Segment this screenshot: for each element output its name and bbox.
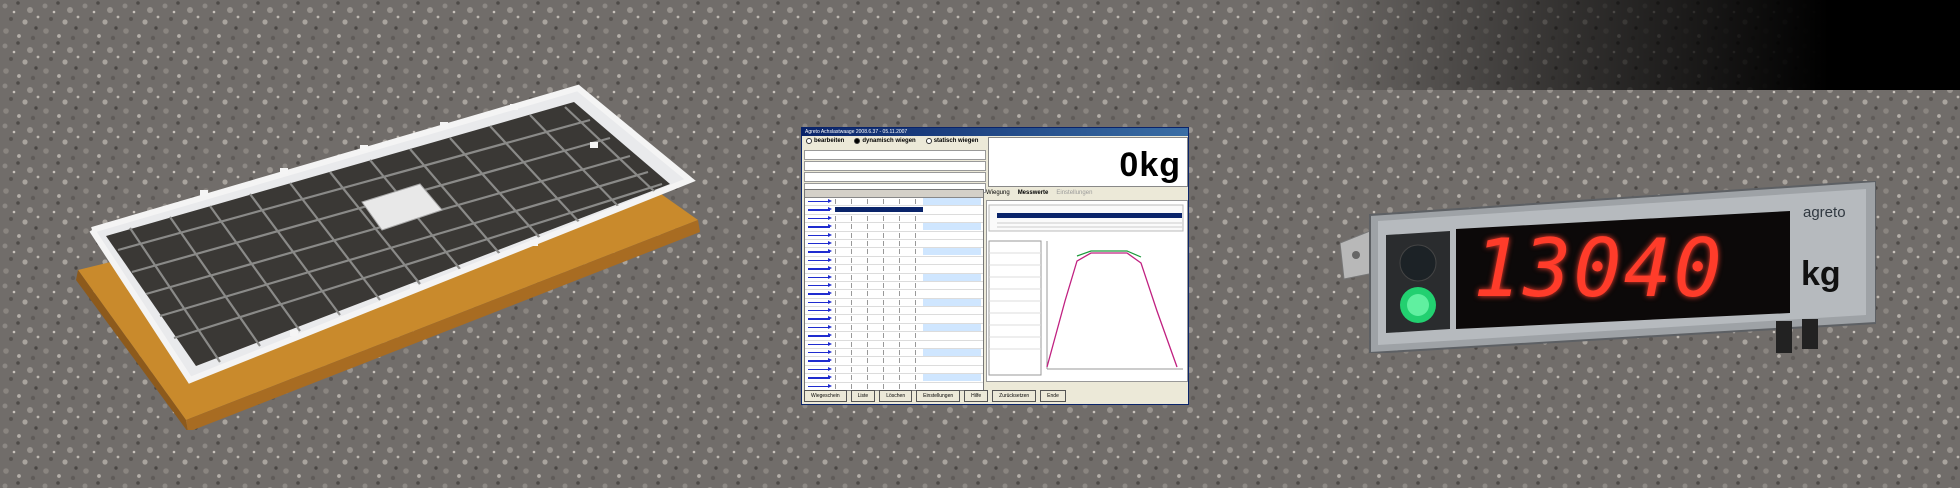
- tab-measurements[interactable]: Messwerte: [1018, 190, 1049, 196]
- software-window: Agreto Achslastwaage 2008.6.37 - 05.11.2…: [801, 127, 1189, 405]
- table-row[interactable]: [805, 290, 983, 299]
- table-row[interactable]: [805, 298, 983, 308]
- table-row[interactable]: [805, 265, 983, 274]
- display-unit-label: kg: [1801, 255, 1841, 293]
- table-header: [805, 190, 983, 198]
- table-row[interactable]: [805, 340, 983, 350]
- window-title: Agreto Achslastwaage 2008.6.37 - 05.11.2…: [802, 128, 1188, 136]
- settings-button[interactable]: Einstellungen: [916, 390, 961, 402]
- table-row[interactable]: [805, 315, 983, 324]
- ticket-button[interactable]: Wiegeschein: [804, 390, 847, 402]
- table-row[interactable]: [805, 323, 983, 333]
- filter-field-3[interactable]: [804, 172, 986, 182]
- table-row[interactable]: [805, 239, 983, 249]
- mode-edit[interactable]: bearbeiten: [806, 138, 844, 144]
- table-row[interactable]: [805, 281, 983, 291]
- filter-fields: [804, 150, 986, 193]
- weight-unit: kg: [1139, 146, 1181, 184]
- filter-field-1[interactable]: [804, 150, 986, 160]
- table-row[interactable]: [805, 198, 983, 207]
- measurement-graph: [988, 204, 1184, 376]
- mode-dynamic[interactable]: dynamisch wiegen: [854, 138, 916, 144]
- list-button[interactable]: Liste: [850, 390, 876, 402]
- filter-field-2[interactable]: [804, 161, 986, 171]
- shadow-area: [1300, 0, 1960, 90]
- table-row[interactable]: [805, 214, 983, 224]
- weighing-records-table: [804, 189, 984, 391]
- mode-static[interactable]: statisch wiegen: [925, 138, 978, 144]
- reset-button[interactable]: Zurücksetzen: [992, 390, 1037, 402]
- tab-settings[interactable]: Einstellungen: [1056, 190, 1092, 196]
- table-row[interactable]: [805, 223, 983, 232]
- table-row[interactable]: [805, 349, 983, 358]
- table-row[interactable]: [805, 248, 983, 257]
- table-row[interactable]: [805, 206, 983, 215]
- mode-selector: bearbeiten dynamisch wiegen statisch wie…: [806, 138, 978, 144]
- weight-curve: [1046, 252, 1178, 368]
- tab-weighing[interactable]: Wiegung: [986, 190, 1010, 196]
- table-row[interactable]: [805, 332, 983, 341]
- delete-button[interactable]: Löschen: [879, 390, 913, 402]
- help-button[interactable]: Hilfe: [964, 390, 989, 402]
- table-row[interactable]: [805, 374, 983, 383]
- brand-logo: agreto: [1803, 204, 1846, 221]
- table-row[interactable]: [805, 365, 983, 375]
- weight-readout: 0kg: [988, 137, 1188, 187]
- table-row[interactable]: [805, 307, 983, 316]
- scale-platform-frame: [76, 84, 700, 430]
- exit-button[interactable]: Ende: [1040, 390, 1066, 402]
- measurements-panel: [986, 200, 1188, 382]
- table-row[interactable]: [805, 231, 983, 240]
- tab-bar: Wiegung Messwerte Einstellungen: [986, 190, 1092, 196]
- table-row[interactable]: [805, 273, 983, 282]
- display-reading: 13040: [1473, 233, 1724, 305]
- weight-value: 0: [1119, 146, 1140, 184]
- table-row[interactable]: [805, 357, 983, 366]
- led-display-unit: agreto 13040 kg: [1340, 181, 1876, 353]
- button-bar: Wiegeschein Liste Löschen Einstellungen …: [804, 390, 1186, 402]
- table-row[interactable]: [805, 256, 983, 266]
